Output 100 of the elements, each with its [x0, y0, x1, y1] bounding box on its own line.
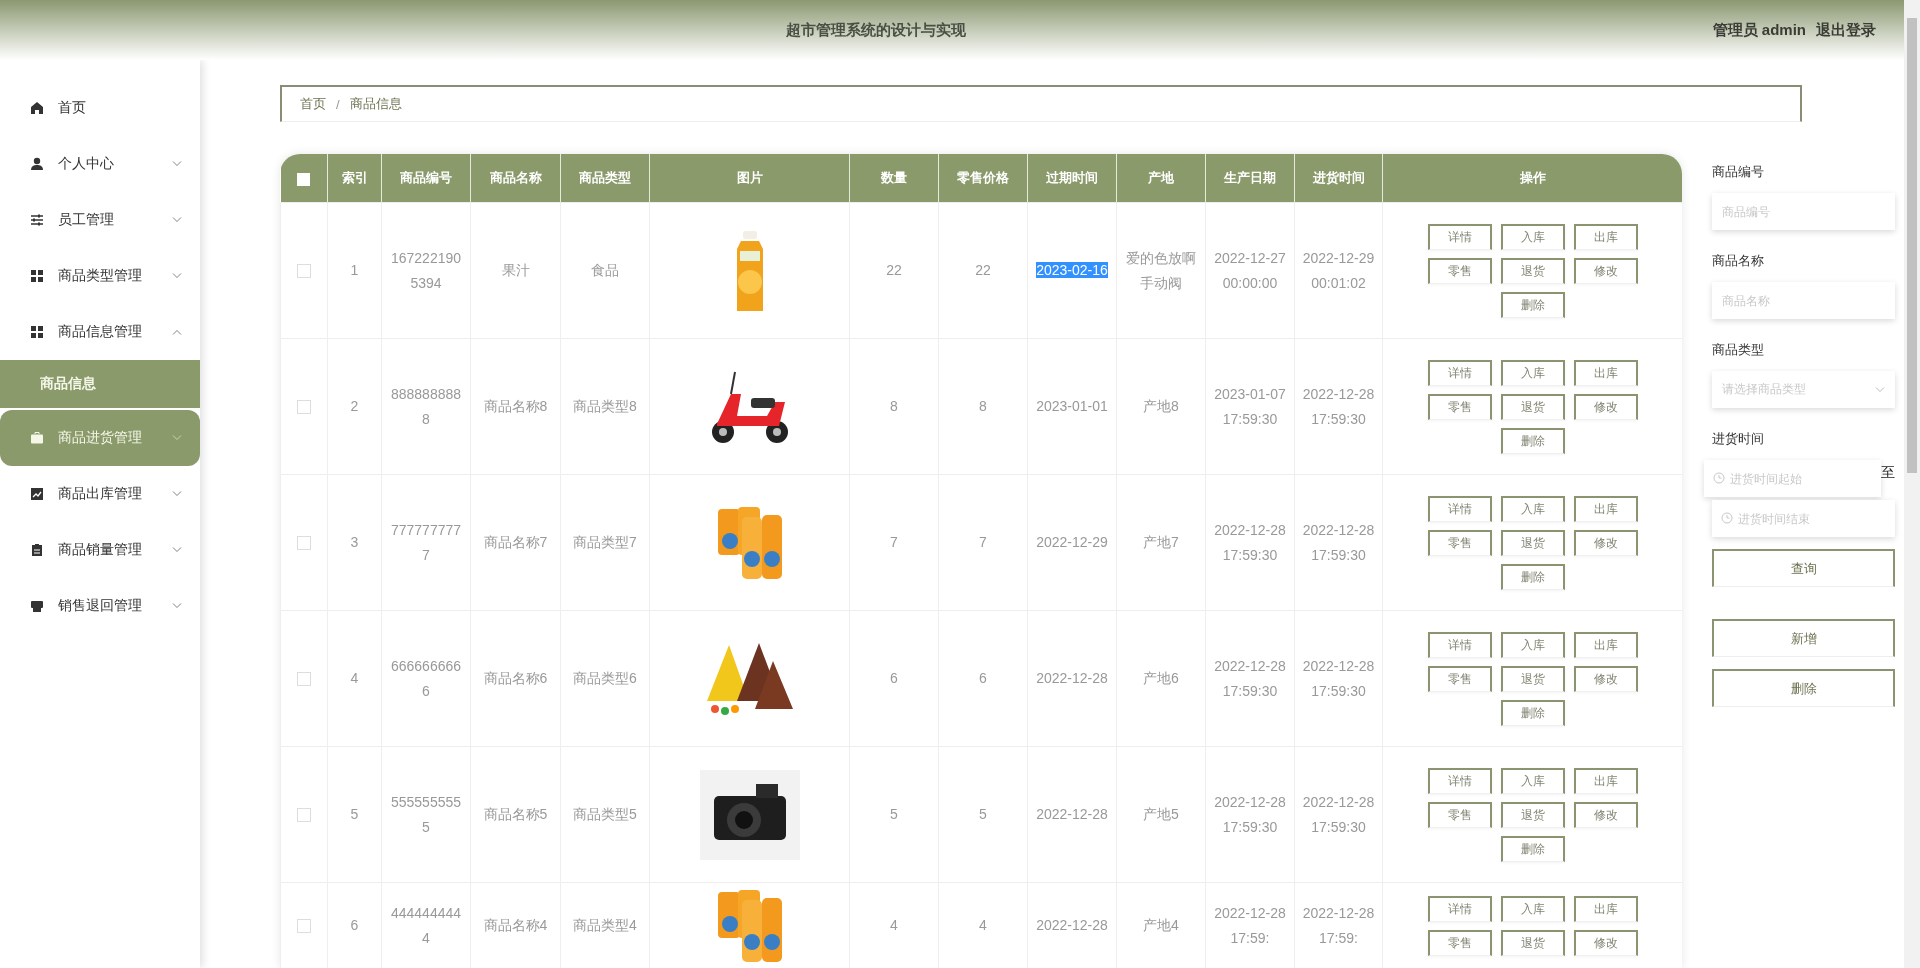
sidebar-item[interactable]: 个人中心 [0, 136, 200, 192]
action-button[interactable]: 入库 [1500, 359, 1565, 386]
select-all-checkbox[interactable] [297, 172, 311, 186]
action-button[interactable]: 删除 [1500, 563, 1565, 590]
action-button[interactable]: 修改 [1573, 257, 1638, 284]
action-button[interactable]: 删除 [1500, 835, 1565, 862]
table-cell: 商品名称5 [470, 746, 561, 883]
column-header[interactable]: 生产日期 [1205, 154, 1295, 203]
action-button[interactable]: 详情 [1427, 767, 1492, 794]
logout-link[interactable]: 退出登录 [1816, 20, 1876, 40]
action-button[interactable]: 零售 [1427, 665, 1492, 692]
action-button[interactable]: 零售 [1427, 801, 1492, 828]
action-button[interactable]: 退货 [1500, 801, 1565, 828]
sidebar-item[interactable]: 商品类型管理 [0, 248, 200, 304]
table-cell: 2022-12-29 00:01:02 [1294, 202, 1383, 339]
action-button[interactable]: 修改 [1573, 393, 1638, 420]
action-button[interactable]: 退货 [1500, 529, 1565, 556]
row-checkbox[interactable] [297, 808, 311, 823]
panel-button[interactable]: 新增 [1712, 619, 1895, 657]
sidebar-item[interactable]: 商品信息管理 [0, 304, 200, 360]
row-checkbox[interactable] [297, 400, 311, 415]
action-button[interactable]: 入库 [1500, 223, 1565, 250]
chevron-down-icon [172, 435, 182, 441]
action-button[interactable]: 修改 [1573, 529, 1638, 556]
action-button[interactable]: 零售 [1427, 529, 1492, 556]
table-cell: 2023-01-07 17:59:30 [1205, 338, 1295, 475]
table-cell: 2022-12-29 [1027, 474, 1117, 611]
table-cell: 商品类型8 [560, 338, 650, 475]
panel-button[interactable]: 删除 [1712, 669, 1895, 707]
breadcrumb-link[interactable]: 商品信息 [349, 95, 402, 113]
action-button[interactable]: 出库 [1573, 223, 1638, 250]
field-label: 商品编号 [1712, 163, 1765, 181]
breadcrumb-link[interactable]: 首页 [300, 95, 326, 113]
table-cell: 爱的色放啊手动阀 [1116, 202, 1206, 339]
action-button[interactable]: 出库 [1573, 767, 1638, 794]
action-button[interactable]: 修改 [1573, 665, 1638, 692]
action-button[interactable]: 零售 [1427, 929, 1492, 956]
row-checkbox[interactable] [297, 919, 311, 934]
action-button[interactable]: 修改 [1573, 801, 1638, 828]
table-cell: 2023-02-16 [1027, 202, 1117, 339]
table-cell: 6 [938, 610, 1028, 747]
column-header[interactable]: 商品编号 [381, 154, 471, 203]
table-cell: 2022-12-28 17:59:30 [1294, 610, 1383, 747]
row-checkbox[interactable] [297, 264, 311, 279]
column-header[interactable]: 索引 [327, 154, 382, 203]
table-cell: 5 [327, 746, 382, 883]
action-button[interactable]: 退货 [1500, 929, 1565, 956]
action-button[interactable]: 入库 [1500, 767, 1565, 794]
action-button[interactable]: 删除 [1500, 427, 1565, 454]
action-button[interactable]: 退货 [1500, 393, 1565, 420]
table-cell: 22 [849, 202, 939, 339]
sidebar-item[interactable]: 商品出库管理 [0, 466, 200, 522]
action-button[interactable]: 零售 [1427, 257, 1492, 284]
action-button[interactable]: 出库 [1573, 895, 1638, 922]
submenu-item[interactable]: 商品信息 [0, 360, 200, 408]
action-button[interactable]: 详情 [1427, 631, 1492, 658]
action-button[interactable]: 详情 [1427, 495, 1492, 522]
column-header[interactable]: 商品名称 [470, 154, 561, 203]
clock-icon [1713, 472, 1725, 484]
scrollbar-thumb[interactable] [1907, 18, 1917, 473]
column-header[interactable]: 产地 [1116, 154, 1206, 203]
table-cell: 产地8 [1116, 338, 1206, 475]
column-header[interactable]: 商品类型 [560, 154, 650, 203]
action-button[interactable]: 删除 [1500, 699, 1565, 726]
table-cell: 2022-12-28 17:59:30 [1205, 610, 1295, 747]
action-button[interactable]: 退货 [1500, 665, 1565, 692]
sidebar-item[interactable]: 员工管理 [0, 192, 200, 248]
table-cell: 7 [938, 474, 1028, 611]
column-header[interactable]: 操作 [1382, 154, 1682, 203]
action-button[interactable]: 入库 [1500, 631, 1565, 658]
action-button[interactable]: 详情 [1427, 359, 1492, 386]
action-button[interactable]: 入库 [1500, 495, 1565, 522]
action-button[interactable]: 删除 [1500, 291, 1565, 318]
row-checkbox[interactable] [297, 672, 311, 687]
column-header[interactable]: 进货时间 [1294, 154, 1383, 203]
column-header[interactable]: 过期时间 [1027, 154, 1117, 203]
action-button[interactable]: 出库 [1573, 631, 1638, 658]
action-button[interactable]: 退货 [1500, 257, 1565, 284]
action-button[interactable]: 零售 [1427, 393, 1492, 420]
column-header[interactable]: 零售价格 [938, 154, 1028, 203]
sidebar-item[interactable]: 销售退回管理 [0, 578, 200, 634]
action-button[interactable]: 出库 [1573, 359, 1638, 386]
sidebar-item[interactable]: 商品销量管理 [0, 522, 200, 578]
table-cell: 果汁 [470, 202, 561, 339]
sidebar-item[interactable]: 商品进货管理 [0, 410, 200, 466]
row-checkbox[interactable] [297, 536, 311, 551]
column-header[interactable]: 图片 [649, 154, 850, 203]
search-button[interactable]: 查询 [1712, 549, 1895, 587]
action-button[interactable]: 修改 [1573, 929, 1638, 956]
scrollbar[interactable] [1904, 0, 1920, 968]
action-button[interactable]: 出库 [1573, 495, 1638, 522]
table-cell: 2023-01-01 [1027, 338, 1117, 475]
table-cell: 商品类型6 [560, 610, 650, 747]
action-button[interactable]: 入库 [1500, 895, 1565, 922]
sidebar-item[interactable]: 首页 [0, 80, 200, 136]
action-button[interactable]: 详情 [1427, 895, 1492, 922]
column-header[interactable]: 数量 [849, 154, 939, 203]
clipboard-icon [30, 543, 44, 557]
action-button[interactable]: 详情 [1427, 223, 1492, 250]
table-cell: 6 [849, 610, 939, 747]
